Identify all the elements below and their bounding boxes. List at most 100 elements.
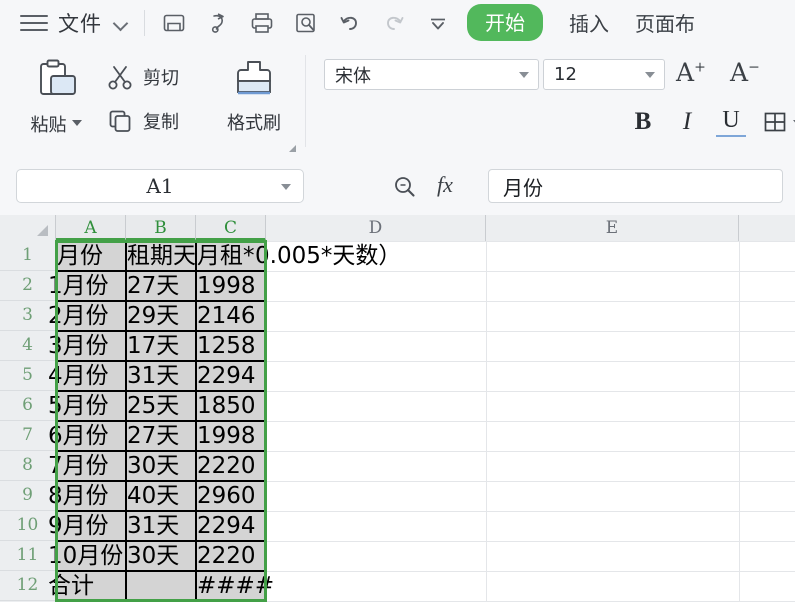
cell-A10[interactable]: 9月份 bbox=[48, 511, 126, 541]
row-header-3[interactable]: 3 bbox=[0, 301, 55, 331]
cell-A7[interactable]: 6月份 bbox=[48, 421, 126, 451]
row-header-2[interactable]: 2 bbox=[0, 271, 55, 301]
clipboard-expander-icon[interactable] bbox=[285, 141, 297, 153]
cell-B8[interactable]: 30天 bbox=[126, 451, 196, 481]
tab-page-layout[interactable]: 页面布 bbox=[635, 8, 695, 37]
cell-text: 40天 bbox=[127, 482, 180, 509]
print-icon[interactable] bbox=[247, 8, 277, 38]
row-header-7[interactable]: 7 bbox=[0, 421, 55, 451]
cell-C12[interactable]: #### bbox=[196, 571, 274, 601]
column-header-e[interactable]: E bbox=[486, 215, 739, 241]
cell-C5[interactable]: 2294 bbox=[196, 361, 266, 391]
insert-function-button[interactable]: fx bbox=[437, 172, 453, 198]
cell-B4[interactable]: 17天 bbox=[126, 331, 196, 361]
cell-text: 1998 bbox=[197, 272, 256, 299]
font-size-dropdown-icon[interactable] bbox=[645, 72, 655, 78]
cell-text: 4月份 bbox=[48, 362, 109, 389]
cell-A5[interactable]: 4月份 bbox=[48, 361, 126, 391]
copy-button[interactable]: 复制 bbox=[106, 107, 179, 135]
cell-B5[interactable]: 31天 bbox=[126, 361, 196, 391]
row-header-9[interactable]: 9 bbox=[0, 481, 55, 511]
formula-input[interactable]: 月份 bbox=[488, 169, 783, 203]
row-header-5[interactable]: 5 bbox=[0, 361, 55, 391]
cut-button[interactable]: 剪切 bbox=[106, 63, 179, 91]
column-header-a[interactable]: A bbox=[56, 215, 126, 241]
underline-button[interactable]: U bbox=[716, 107, 746, 137]
decrease-font-size-button[interactable]: A− bbox=[730, 58, 760, 87]
cell-C4[interactable]: 1258 bbox=[196, 331, 266, 361]
cell-B12[interactable] bbox=[126, 571, 196, 601]
row-header-10[interactable]: 10 bbox=[0, 511, 55, 541]
save-icon[interactable] bbox=[159, 8, 189, 38]
cell-B11[interactable]: 30天 bbox=[126, 541, 196, 571]
font-size-value: 12 bbox=[554, 64, 577, 85]
cell-text: 2294 bbox=[197, 512, 256, 539]
cell-B9[interactable]: 40天 bbox=[126, 481, 196, 511]
cell-C6[interactable]: 1850 bbox=[196, 391, 266, 421]
chevron-down-icon[interactable] bbox=[114, 15, 130, 31]
paste-button[interactable]: 粘贴 bbox=[20, 57, 92, 143]
file-menu-button[interactable]: 文件 bbox=[58, 8, 102, 38]
cell-B10[interactable]: 31天 bbox=[126, 511, 196, 541]
redo-icon[interactable] bbox=[379, 8, 409, 38]
cut-label: 剪切 bbox=[143, 68, 179, 89]
undo-icon[interactable] bbox=[335, 8, 365, 38]
cell-C7[interactable]: 1998 bbox=[196, 421, 266, 451]
paste-dropdown-icon[interactable] bbox=[71, 120, 82, 126]
cell-B3[interactable]: 29天 bbox=[126, 301, 196, 331]
gridline-v bbox=[266, 241, 267, 602]
cell-text: 7月份 bbox=[48, 452, 109, 479]
row-header-8[interactable]: 8 bbox=[0, 451, 55, 481]
select-all-corner[interactable] bbox=[0, 215, 56, 241]
row-header-12[interactable]: 12 bbox=[0, 571, 55, 601]
cell-C2[interactable]: 1998 bbox=[196, 271, 266, 301]
cell-A3[interactable]: 2月份 bbox=[48, 301, 126, 331]
cell-B6[interactable]: 25天 bbox=[126, 391, 196, 421]
font-size-input[interactable]: 12 bbox=[543, 59, 665, 90]
row-header-11[interactable]: 11 bbox=[0, 541, 55, 571]
cell-A6[interactable]: 5月份 bbox=[48, 391, 126, 421]
tab-insert[interactable]: 插入 bbox=[569, 8, 609, 37]
cell-text: 29天 bbox=[127, 302, 180, 329]
paste-label: 粘贴 bbox=[30, 115, 67, 136]
more-commands-icon[interactable] bbox=[423, 8, 453, 38]
cell-A8[interactable]: 7月份 bbox=[48, 451, 126, 481]
cell-B1[interactable]: 租期天 bbox=[126, 241, 196, 271]
font-name-dropdown-icon[interactable] bbox=[519, 72, 529, 78]
zoom-icon[interactable] bbox=[392, 174, 418, 205]
bold-button[interactable]: B bbox=[628, 105, 658, 139]
cell-A11[interactable]: 10月份 bbox=[48, 541, 126, 571]
row-header-6[interactable]: 6 bbox=[0, 391, 55, 421]
increase-font-size-button[interactable]: A+ bbox=[676, 58, 706, 87]
hamburger-icon[interactable] bbox=[20, 12, 50, 34]
name-box-dropdown-icon[interactable] bbox=[281, 184, 291, 190]
row-header-4[interactable]: 4 bbox=[0, 331, 55, 361]
cell-A12[interactable]: 合计 bbox=[48, 571, 126, 601]
column-headers: ABCDE bbox=[0, 215, 795, 242]
cell-C3[interactable]: 2146 bbox=[196, 301, 266, 331]
export-icon[interactable] bbox=[203, 8, 233, 38]
name-box[interactable]: A1 bbox=[16, 169, 304, 203]
cell-C10[interactable]: 2294 bbox=[196, 511, 266, 541]
borders-icon[interactable] bbox=[760, 105, 790, 139]
cell-A9[interactable]: 8月份 bbox=[48, 481, 126, 511]
cell-A4[interactable]: 3月份 bbox=[48, 331, 126, 361]
cell-C11[interactable]: 2220 bbox=[196, 541, 266, 571]
cell-C8[interactable]: 2220 bbox=[196, 451, 266, 481]
tab-start[interactable]: 开始 bbox=[467, 4, 543, 41]
cell-B2[interactable]: 27天 bbox=[126, 271, 196, 301]
cell-B7[interactable]: 27天 bbox=[126, 421, 196, 451]
column-header-b[interactable]: B bbox=[126, 215, 196, 241]
italic-button[interactable]: I bbox=[672, 105, 702, 139]
row-header-1[interactable]: 1 bbox=[0, 241, 55, 271]
cell-C9[interactable]: 2960 bbox=[196, 481, 266, 511]
column-header-c[interactable]: C bbox=[196, 215, 266, 241]
column-header-d[interactable]: D bbox=[266, 215, 486, 241]
cell-text: 2月份 bbox=[48, 302, 109, 329]
print-preview-icon[interactable] bbox=[291, 8, 321, 38]
cell-A2[interactable]: 1月份 bbox=[48, 271, 126, 301]
cell-A1[interactable]: 月份 bbox=[56, 241, 126, 271]
font-name-input[interactable]: 宋体 bbox=[324, 59, 539, 90]
cell-overflow-text[interactable]: 0.005*天数） bbox=[255, 241, 486, 271]
format-painter-button[interactable]: 格式刷 bbox=[213, 57, 295, 143]
